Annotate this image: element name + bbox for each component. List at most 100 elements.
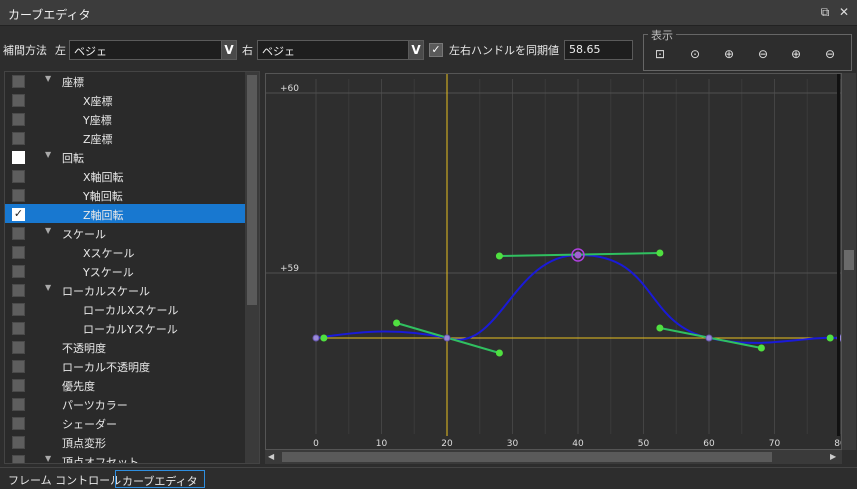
bezier-handle-point[interactable] xyxy=(656,249,664,257)
tree-item-checkbox[interactable] xyxy=(12,170,25,183)
bezier-handle-point[interactable] xyxy=(495,252,503,260)
expand-arrow-icon[interactable]: ▼ xyxy=(45,283,51,292)
tree-item-checkbox[interactable] xyxy=(12,417,25,430)
tree-item-checkbox[interactable] xyxy=(12,436,25,449)
scroll-left-icon[interactable]: ◀ xyxy=(268,451,278,463)
x-axis-tick-label: 10 xyxy=(376,439,388,449)
tree-item-checkbox[interactable] xyxy=(12,246,25,259)
bezier-handle-point[interactable] xyxy=(826,334,834,342)
x-axis-tick-label: 20 xyxy=(441,439,453,449)
tree-item[interactable]: 優先度 xyxy=(5,375,246,394)
selected-keyframe-point[interactable] xyxy=(574,251,582,259)
tree-item[interactable]: ▼ ローカルスケール xyxy=(5,280,246,299)
window-title: カーブエディタ xyxy=(8,8,91,22)
keyframe-point[interactable] xyxy=(312,334,320,342)
right-interp-select[interactable]: ベジェ xyxy=(257,40,409,60)
tree-item[interactable]: ローカルXスケール xyxy=(5,299,246,318)
tree-item-label: 不透明度 xyxy=(62,342,106,355)
tree-item-label: Yスケール xyxy=(83,266,134,279)
left-interp-select[interactable]: ベジェ xyxy=(69,40,223,60)
tree-item[interactable]: ▼ 頂点オフセット xyxy=(5,451,246,463)
tree-item[interactable]: Yスケール xyxy=(5,261,246,280)
tree-item-checkbox[interactable] xyxy=(12,303,25,316)
fit-icon[interactable]: ⊡ xyxy=(651,45,669,63)
tree-item-label: Xスケール xyxy=(83,247,135,260)
tree-item[interactable]: シェーダー xyxy=(5,413,246,432)
tree-item[interactable]: ✓ Z軸回転 xyxy=(5,204,246,223)
tree-item[interactable]: ▼ スケール xyxy=(5,223,246,242)
value-label: 値 xyxy=(548,44,559,57)
float-window-icon[interactable]: ⧉ xyxy=(818,5,832,19)
zoom-fit-icon[interactable]: ⊙ xyxy=(686,45,704,63)
scroll-right-icon[interactable]: ▶ xyxy=(830,451,840,463)
tree-item-label: Y座標 xyxy=(83,114,112,127)
keyframe-point[interactable] xyxy=(705,334,713,342)
vertical-scrollbar-thumb[interactable] xyxy=(844,250,854,270)
zoom-in-v-icon[interactable]: ⊕ xyxy=(787,45,805,63)
curve-graph-svg[interactable]: +60 +59 0 10 20 30 40 50 60 70 80 xyxy=(266,74,846,449)
tree-item[interactable]: Y座標 xyxy=(5,109,246,128)
view-group-label: 表示 xyxy=(648,27,676,43)
graph-edge-bar xyxy=(837,74,840,436)
left-interp-dropdown-icon[interactable]: V xyxy=(221,40,237,60)
keyframe-point[interactable] xyxy=(443,334,451,342)
tree-item-checkbox[interactable] xyxy=(12,398,25,411)
expand-arrow-icon[interactable]: ▼ xyxy=(45,74,51,83)
tree-item[interactable]: Z座標 xyxy=(5,128,246,147)
zoom-out-v-icon[interactable]: ⊖ xyxy=(821,45,839,63)
tree-item[interactable]: ローカルYスケール xyxy=(5,318,246,337)
tree-item-checkbox[interactable] xyxy=(12,94,25,107)
tree-item[interactable]: 不透明度 xyxy=(5,337,246,356)
tree-item-label: Y軸回転 xyxy=(83,190,123,203)
tree-item-checkbox[interactable] xyxy=(12,75,25,88)
tree-item-checkbox[interactable] xyxy=(12,132,25,145)
tree-item[interactable]: ▼ 座標 xyxy=(5,72,246,90)
tree-item-label: スケール xyxy=(62,228,106,241)
bezier-handle-point[interactable] xyxy=(495,349,503,357)
tree-item[interactable]: ローカル不透明度 xyxy=(5,356,246,375)
tree-item[interactable]: ▼ 回転 xyxy=(5,147,246,166)
expand-arrow-icon[interactable]: ▼ xyxy=(45,226,51,235)
tree-item[interactable]: パーツカラー xyxy=(5,394,246,413)
tree-item-checkbox[interactable] xyxy=(12,265,25,278)
tree-item-label: 回転 xyxy=(62,152,84,165)
sync-handles-checkbox[interactable]: ✓ xyxy=(429,43,443,57)
curve-graph[interactable]: +60 +59 0 10 20 30 40 50 60 70 80 xyxy=(265,73,846,450)
tree-item-checkbox[interactable] xyxy=(12,341,25,354)
expand-arrow-icon[interactable]: ▼ xyxy=(45,454,51,463)
x-axis-tick-label: 0 xyxy=(313,439,319,449)
x-axis-tick-label: 50 xyxy=(638,439,650,449)
tree-item-checkbox[interactable] xyxy=(12,151,25,164)
x-axis-tick-label: 30 xyxy=(507,439,519,449)
tree-item-checkbox[interactable] xyxy=(12,379,25,392)
tree-item-checkbox[interactable] xyxy=(12,322,25,335)
value-input[interactable]: 58.65 xyxy=(564,40,633,60)
right-interp-dropdown-icon[interactable]: V xyxy=(408,40,424,60)
expand-arrow-icon[interactable]: ▼ xyxy=(45,150,51,159)
tree-item[interactable]: Y軸回転 xyxy=(5,185,246,204)
bezier-handle-point[interactable] xyxy=(656,324,664,332)
tree-item-checkbox[interactable] xyxy=(12,189,25,202)
bezier-handle-point[interactable] xyxy=(757,344,765,352)
tree-item[interactable]: 頂点変形 xyxy=(5,432,246,451)
tree-item[interactable]: X座標 xyxy=(5,90,246,109)
zoom-out-h-icon[interactable]: ⊖ xyxy=(754,45,772,63)
tree-item-checkbox[interactable] xyxy=(12,455,25,463)
bezier-handle-point[interactable] xyxy=(393,319,401,327)
tab-curve-editor[interactable]: カーブエディタ xyxy=(115,470,205,488)
tree-item-checkbox[interactable]: ✓ xyxy=(12,208,25,221)
tree-item[interactable]: Xスケール xyxy=(5,242,246,261)
tree-item-checkbox[interactable] xyxy=(12,360,25,373)
tree-item-checkbox[interactable] xyxy=(12,284,25,297)
tab-frame-control[interactable]: フレーム コントロール xyxy=(2,470,127,488)
close-icon[interactable]: ✕ xyxy=(837,5,851,19)
zoom-in-h-icon[interactable]: ⊕ xyxy=(720,45,738,63)
tree-item-checkbox[interactable] xyxy=(12,113,25,126)
tree-item-checkbox[interactable] xyxy=(12,227,25,240)
tree-scrollbar-thumb[interactable] xyxy=(247,75,257,305)
tree-item[interactable]: X軸回転 xyxy=(5,166,246,185)
x-axis-tick-label: 80 xyxy=(834,439,841,449)
tree-item-label: X軸回転 xyxy=(83,171,124,184)
bezier-handle-point[interactable] xyxy=(320,334,328,342)
horizontal-scrollbar-thumb[interactable] xyxy=(282,452,772,462)
